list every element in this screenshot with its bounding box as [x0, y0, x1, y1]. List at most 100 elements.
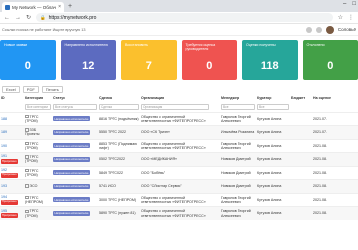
- menu-icon[interactable]: ⋮: [348, 14, 354, 21]
- lock-icon: 🔒: [40, 14, 46, 20]
- card-count: 12: [82, 60, 95, 72]
- filter-input[interactable]: Все статусы: [53, 103, 97, 110]
- column-header[interactable]: Бюджет: [290, 94, 312, 102]
- row-id-link[interactable]: 195: [1, 209, 7, 213]
- row-budget: [290, 206, 312, 220]
- row-id-link[interactable]: 188: [1, 117, 7, 121]
- notification-icon[interactable]: [305, 26, 312, 33]
- export-button[interactable]: Excel: [2, 85, 20, 93]
- status-card[interactable]: Восстановить 7: [121, 40, 177, 80]
- row-deal: 5550 ТРГС 2022: [98, 125, 140, 139]
- column-header[interactable]: Куратор: [256, 94, 290, 102]
- status-cards: Новые заявки 0 Направлено исполнителю 12 В…: [0, 36, 358, 84]
- user-name[interactable]: Соловьё: [338, 27, 356, 32]
- breadcrumb: Ссылки поиска не работают Ищите вручную …: [2, 27, 86, 32]
- app-header: Ссылки поиска не работают Ищите вручную …: [0, 24, 358, 36]
- row-date: 2021.08.: [312, 152, 358, 166]
- column-header[interactable]: Категория: [24, 94, 52, 102]
- row-date: 2021.08.: [312, 179, 358, 193]
- row-date: 2021.07.: [312, 125, 358, 139]
- export-button[interactable]: Печать: [41, 85, 63, 93]
- window-controls: – □: [343, 1, 356, 7]
- export-button[interactable]: PDF: [22, 85, 39, 93]
- status-card[interactable]: Отклонено 0: [302, 40, 358, 80]
- row-org: ООО «МЕДИКАНИЯ»: [140, 152, 210, 166]
- card-label: Новые заявки: [4, 43, 28, 47]
- filter-input[interactable]: Все: [221, 103, 255, 110]
- row-budget: [290, 165, 312, 180]
- row-deal: 5849 ТРГС022: [98, 165, 140, 180]
- row-org: Общество с ограниченной ответственностью…: [140, 206, 210, 220]
- browser-tab-bar: My Network — Облачный сер... × + – □: [0, 0, 358, 12]
- row-manager: Гаврилов Георгий Алексеевич: [220, 111, 256, 126]
- url-input[interactable]: 🔒 https://mynetwork.pro: [36, 13, 333, 22]
- row-manager: Новиков Дмитрий: [220, 152, 256, 166]
- row-curator: Кутузов Алина: [256, 125, 290, 139]
- filter-cell: [0, 102, 24, 112]
- row-curator: Кутузов Алина: [256, 111, 290, 126]
- avatar[interactable]: [325, 25, 334, 34]
- status-badge: Направлено исполнителю: [53, 116, 90, 122]
- maximize-icon[interactable]: □: [352, 1, 356, 7]
- close-tab-icon[interactable]: ×: [58, 4, 61, 10]
- row-manager: Гаврилов Георгий Алексеевич: [220, 138, 256, 153]
- filter-input[interactable]: Все: [257, 103, 289, 110]
- filter-row: Все категории Все статусы Сделка Организаци…: [0, 102, 358, 112]
- minimize-icon[interactable]: –: [343, 1, 346, 7]
- row-id-link[interactable]: 191: [1, 154, 7, 158]
- row-manager: Гаврилов Георгий Алексеевич: [220, 206, 256, 220]
- status-card[interactable]: Оценки получены 118: [242, 40, 298, 80]
- row-id-link[interactable]: 193: [1, 184, 7, 188]
- table-row[interactable]: 188 ТРГС (ТРОМ) Направлено исполнителю 8…: [0, 111, 358, 126]
- table-row[interactable]: 190 ТРГС (ТРОМ) Направлено исполнителю 8…: [0, 138, 358, 153]
- card-label: Оценки получены: [246, 43, 276, 47]
- table-row[interactable]: 192 Просрочено ТРГС (ТРОМ) Направлено ис…: [0, 165, 358, 180]
- row-deal: 0502 ТРГС2022: [98, 152, 140, 166]
- table-row[interactable]: 195 Просрочено ТРГС (ТРОМ) Направлено ис…: [0, 206, 358, 220]
- row-curator: Кутузов Алина: [256, 138, 290, 153]
- column-header[interactable]: На оценке: [312, 94, 358, 102]
- row-deal: 8853 ТРГС (Поднимаю лифт): [98, 138, 140, 153]
- filter-input[interactable]: Сделка: [99, 103, 139, 110]
- settings-icon[interactable]: [315, 26, 322, 33]
- row-deal: 3000 ТРГС (НЕПРОМ): [98, 192, 140, 207]
- card-count: 0: [206, 60, 213, 72]
- row-curator: Кутузов Алина: [256, 179, 290, 193]
- status-card[interactable]: Направлено исполнителю 12: [60, 40, 116, 80]
- row-date: 2021.08.: [312, 138, 358, 153]
- row-curator: Кутузов Алина: [256, 152, 290, 166]
- row-manager: Ильичёва Розалина: [220, 125, 256, 139]
- row-budget: [290, 125, 312, 139]
- row-id-link[interactable]: 190: [1, 144, 7, 148]
- column-header[interactable]: Организация: [140, 94, 210, 102]
- new-tab-button[interactable]: +: [68, 2, 72, 12]
- column-header[interactable]: Сделка: [98, 94, 140, 102]
- table-row[interactable]: 191 Просрочено ТРГС (ТРОМ) Направлено ис…: [0, 152, 358, 166]
- row-id-link[interactable]: 192: [1, 168, 7, 172]
- filter-cell: [290, 102, 312, 112]
- status-card[interactable]: Новые заявки 0: [0, 40, 56, 80]
- column-header[interactable]: ID: [0, 94, 24, 102]
- column-header[interactable]: Статус: [52, 94, 98, 102]
- filter-input[interactable]: Все категории: [25, 103, 51, 110]
- table-toolbar: Excel PDF Печать: [0, 84, 358, 94]
- column-header[interactable]: [210, 94, 220, 102]
- row-id-link[interactable]: 194: [1, 195, 7, 199]
- forward-icon[interactable]: →: [15, 15, 21, 21]
- table-row[interactable]: 189 ЗЗБ Проекты Направлено исполнителю 5…: [0, 125, 358, 139]
- row-id-link[interactable]: 189: [1, 130, 7, 134]
- status-card[interactable]: Требуется оценка руководителя 0: [181, 40, 237, 80]
- table-row[interactable]: 194 Просрочено ТРГС (НЕПРОМ) Направлено …: [0, 192, 358, 207]
- row-org: ООО "СЛистгар Сервис": [140, 179, 210, 193]
- filter-cell: [210, 102, 220, 112]
- browser-tab[interactable]: My Network — Облачный сер... ×: [2, 2, 64, 12]
- table-row[interactable]: 193 ЭСО Направлено исполнителю 5741 ИСО …: [0, 179, 358, 193]
- reload-icon[interactable]: ↻: [26, 14, 31, 21]
- filter-input[interactable]: Организация: [141, 103, 209, 110]
- row-checkbox[interactable]: [25, 184, 29, 188]
- row-org: Общество с ограниченной ответственностью…: [140, 192, 210, 207]
- column-header[interactable]: Менеджер: [220, 94, 256, 102]
- star-icon[interactable]: ☆: [338, 14, 343, 21]
- overdue-badge: Просрочено: [1, 159, 18, 165]
- back-icon[interactable]: ←: [4, 15, 10, 21]
